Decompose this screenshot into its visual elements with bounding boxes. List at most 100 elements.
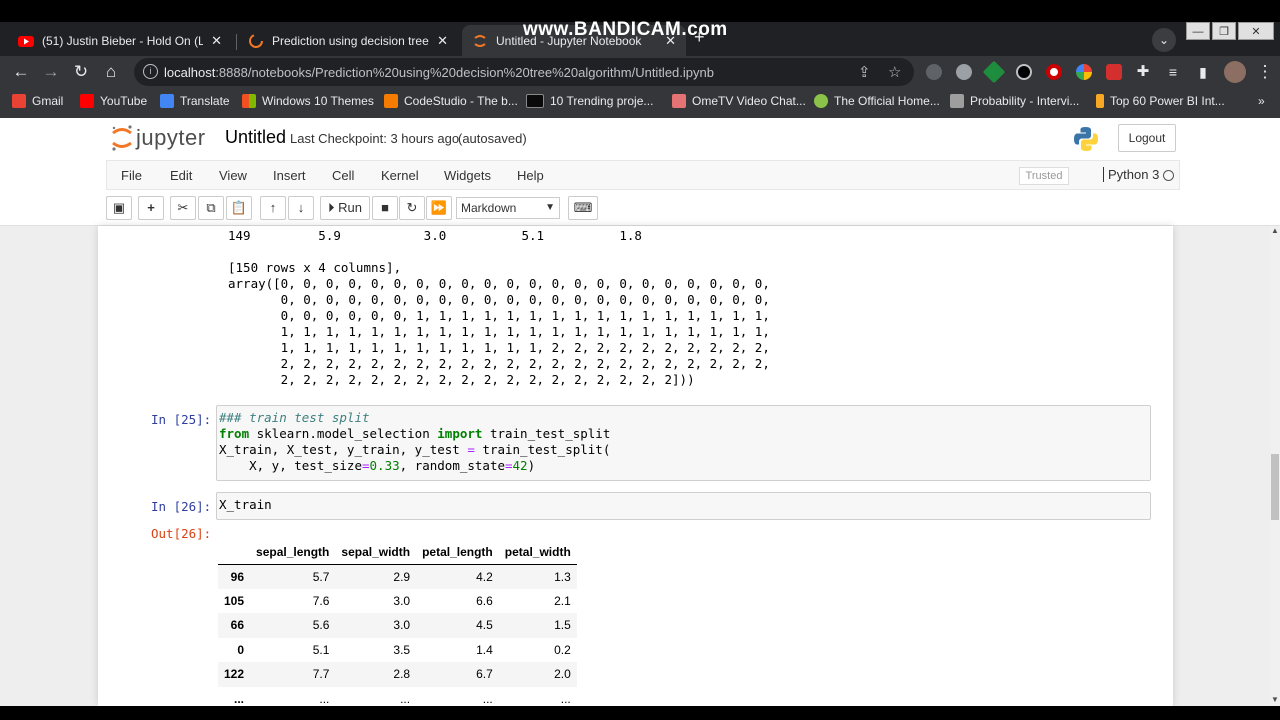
tab-youtube[interactable]: (51) Justin Bieber - Hold On (Live ✕ [8, 25, 232, 56]
interrupt-icon[interactable]: ■ [372, 196, 398, 220]
jupyter-logo[interactable]: jupyter [110, 124, 206, 152]
bookmark-translate[interactable]: Translate [160, 94, 230, 108]
url-text[interactable]: localhost:8888/notebooks/Prediction%20us… [164, 65, 714, 80]
bookmark-ometv[interactable]: OmeTV Video Chat... [672, 94, 806, 108]
menu-kernel[interactable]: Kernel [381, 168, 419, 183]
table-cell: ... [560, 691, 571, 706]
code-operator: = [505, 458, 513, 473]
bookmark-label: CodeStudio - The b... [404, 94, 518, 108]
info-icon[interactable]: i [143, 64, 158, 79]
scroll-down-icon[interactable]: ▼ [1271, 695, 1279, 704]
jupyter-page: jupyter Untitled Last Checkpoint: 3 hour… [0, 118, 1280, 706]
reading-list-icon[interactable]: ≡ [1162, 61, 1184, 83]
copy-icon[interactable]: ⧉ [198, 196, 224, 220]
keyboard-icon[interactable]: ⌨ [568, 196, 598, 220]
menu-view[interactable]: View [219, 168, 247, 183]
last-checkpoint: Last Checkpoint: 3 hours ago [290, 131, 460, 146]
minimize-icon[interactable]: — [1186, 22, 1210, 40]
code-number: 0.33 [369, 458, 400, 473]
table-cell: 6.7 [476, 667, 493, 682]
bookmarks-overflow[interactable]: » [1258, 94, 1265, 108]
menu-cell[interactable]: Cell [332, 168, 354, 183]
bookmark-windows-themes[interactable]: Windows 10 Themes [242, 94, 374, 108]
restart-icon[interactable]: ↻ [399, 196, 425, 220]
extension-icon[interactable] [956, 64, 972, 80]
menu-file[interactable]: File [121, 168, 142, 183]
paste-icon[interactable]: 📋 [226, 196, 252, 220]
bookmark-star-icon[interactable]: ☆ [888, 63, 901, 81]
bookmark-codestudio[interactable]: CodeStudio - The b... [384, 94, 518, 108]
dataframe-table: sepal_length sepal_width petal_length pe… [218, 540, 577, 706]
restore-icon[interactable]: ❐ [1212, 22, 1236, 40]
scroll-up-icon[interactable]: ▲ [1271, 226, 1279, 235]
tab-search-icon[interactable]: ⌄ [1152, 28, 1176, 52]
bookmark-youtube[interactable]: YouTube [80, 94, 147, 108]
extension-icon[interactable] [1106, 64, 1122, 80]
bookmark-powerbi[interactable]: Top 60 Power BI Int... [1096, 94, 1225, 108]
extension-icon[interactable] [1016, 64, 1032, 80]
run-button[interactable]: ⏵ Run [320, 196, 370, 220]
index-header [218, 540, 251, 565]
bookmark-label: The Official Home... [834, 94, 940, 108]
menu-insert[interactable]: Insert [273, 168, 306, 183]
code-cell-25[interactable]: ### train test split from sklearn.model_… [216, 405, 1151, 481]
restart-run-all-icon[interactable]: ⏩ [426, 196, 452, 220]
table-cell: 0.2 [554, 642, 571, 657]
code-number: 42 [512, 458, 528, 473]
move-down-icon[interactable]: ↓ [288, 196, 314, 220]
close-tab-icon[interactable]: ✕ [437, 33, 448, 49]
cell-type-select[interactable]: Markdown ▼ [456, 197, 560, 219]
save-icon[interactable]: ▣ [106, 196, 132, 220]
scrollbar-thumb[interactable] [1271, 454, 1279, 520]
share-icon[interactable]: ⇪ [858, 63, 871, 81]
address-bar[interactable]: i localhost:8888/notebooks/Prediction%20… [134, 58, 914, 86]
menu-edit[interactable]: Edit [170, 168, 192, 183]
loading-icon [249, 33, 263, 48]
close-window-icon[interactable]: ✕ [1238, 22, 1274, 40]
trusted-badge[interactable]: Trusted [1019, 167, 1069, 185]
table-cell: 2.0 [554, 667, 571, 682]
move-up-icon[interactable]: ↑ [260, 196, 286, 220]
table-row: 0 5.1 3.5 1.4 0.2 [218, 638, 577, 663]
translate-icon [160, 94, 174, 108]
table-cell: 4.2 [476, 569, 493, 584]
jupyter-wordmark: jupyter [136, 125, 206, 150]
row-index: ... [234, 691, 245, 706]
menu-widgets[interactable]: Widgets [444, 168, 491, 183]
menu-help[interactable]: Help [517, 168, 544, 183]
bookmark-trending-projects[interactable]: 10 Trending proje... [526, 94, 653, 108]
puzzle-icon[interactable]: ✚ [1132, 61, 1154, 83]
code-cell-26[interactable]: X_train [216, 492, 1151, 520]
avatar[interactable] [1224, 61, 1246, 83]
bookmark-gmail[interactable]: Gmail [12, 94, 63, 108]
logout-button[interactable]: Logout [1118, 124, 1176, 152]
tab-prediction[interactable]: Prediction using decision tree alg ✕ [238, 25, 458, 56]
code-text: sklearn.model_selection [249, 426, 438, 441]
notebook-name[interactable]: Untitled [225, 127, 286, 148]
back-icon[interactable]: ← [10, 61, 32, 83]
tab-title: Prediction using decision tree alg [272, 33, 429, 48]
cut-icon[interactable]: ✂ [170, 196, 196, 220]
page-scrollbar[interactable]: ▲ ▼ [1270, 226, 1280, 706]
bookmark-probability[interactable]: Probability - Intervi... [950, 94, 1079, 108]
table-cell: 2.1 [554, 593, 571, 608]
forward-icon[interactable]: → [40, 61, 62, 83]
tab-title: (51) Justin Bieber - Hold On (Live [42, 33, 204, 48]
tab-divider [236, 34, 237, 50]
close-tab-icon[interactable]: ✕ [211, 33, 222, 49]
bookmark-label: Windows 10 Themes [262, 94, 374, 108]
kebab-menu-icon[interactable]: ⋮ [1254, 61, 1276, 83]
extension-icon[interactable] [1076, 64, 1092, 80]
bookmarks-bar: Gmail YouTube Translate Windows 10 Theme… [0, 88, 1280, 118]
home-icon[interactable]: ⌂ [100, 61, 122, 83]
extension-icon[interactable] [926, 64, 942, 80]
extension-icon[interactable] [982, 60, 1006, 84]
side-panel-icon[interactable]: ▮ [1192, 61, 1214, 83]
table-cell: 6.6 [476, 593, 493, 608]
extension-icon[interactable] [1046, 64, 1062, 80]
reload-icon[interactable]: ↻ [70, 61, 92, 83]
code-text: , random_state [399, 458, 505, 473]
kernel-name[interactable]: Python 3 [1103, 167, 1159, 182]
add-cell-icon[interactable]: + [138, 196, 164, 220]
bookmark-official-home[interactable]: The Official Home... [814, 94, 940, 108]
